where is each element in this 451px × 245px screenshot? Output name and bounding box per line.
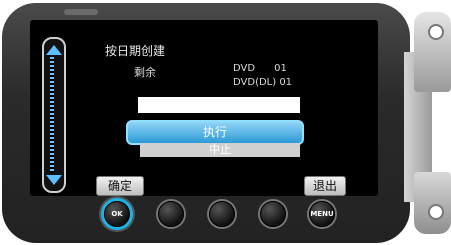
confirm-soft-key[interactable]: 确定 (96, 176, 144, 196)
button-3-label (210, 202, 234, 226)
menu-label: MENU (310, 210, 334, 218)
scrollbar[interactable] (42, 37, 66, 193)
scroll-up-arrow-icon[interactable] (46, 45, 62, 55)
ok-label: OK (111, 210, 123, 218)
hardware-button-2[interactable] (158, 201, 184, 227)
screw-icon (428, 24, 444, 40)
screen-hinge (404, 12, 451, 234)
execute-button[interactable]: 执行 (126, 120, 304, 145)
hinge-bottom (414, 172, 451, 234)
hinge-top (414, 12, 451, 92)
dialog-title: 按日期创建 (105, 44, 166, 58)
progress-fill (138, 97, 300, 113)
button-4-label (261, 202, 285, 226)
remaining-label: 剩余 (134, 66, 156, 79)
device-lip (64, 9, 98, 15)
hardware-button-3[interactable] (209, 201, 235, 227)
hardware-button-4[interactable] (260, 201, 286, 227)
ok-button[interactable]: OK (104, 201, 130, 227)
scroll-down-arrow-icon[interactable] (46, 175, 62, 185)
exit-soft-key[interactable]: 退出 (304, 176, 346, 196)
dvd-count: DVD 01 (233, 63, 287, 74)
button-2-label (159, 202, 183, 226)
progress-bar (138, 97, 300, 113)
stop-button[interactable]: 中止 (140, 143, 300, 157)
scroll-track (50, 57, 54, 173)
menu-button[interactable]: MENU (309, 201, 335, 227)
dvd-dl-count: DVD(DL) 01 (233, 77, 293, 88)
screw-icon (428, 204, 444, 220)
